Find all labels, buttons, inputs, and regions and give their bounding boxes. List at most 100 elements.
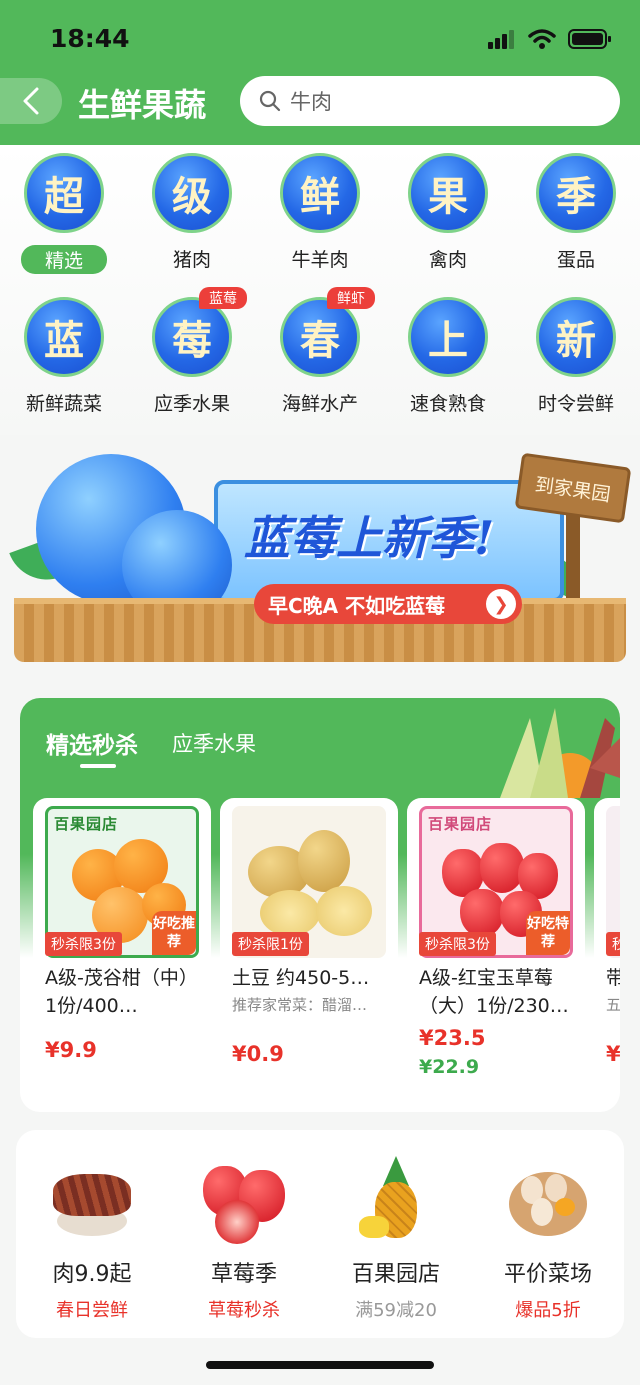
strawberry-image: [199, 1156, 289, 1246]
quick-link-subtitle: 满59减20: [355, 1300, 437, 1321]
signal-icon: [488, 30, 514, 49]
store-label: 百果园店: [54, 815, 119, 833]
category-icon: 超: [24, 153, 104, 233]
quick-link-baiguoyuan[interactable]: 百果园店 满59减20: [320, 1156, 472, 1322]
category-label: 海鲜水产: [281, 393, 358, 415]
quick-links-section: 肉9.9起 春日尝鲜 草莓季 草莓秒杀 百果园店 满59减20 平价菜场 爆品5…: [16, 1130, 624, 1338]
category-badge: 蓝莓: [199, 287, 247, 309]
tab-featured-flash-sale[interactable]: 精选秒杀: [46, 726, 138, 760]
quick-link-subtitle: 草莓秒杀: [208, 1300, 280, 1321]
category-item-poultry[interactable]: 果 禽肉: [393, 153, 503, 272]
product-name: 带: [606, 967, 620, 989]
category-icon: 新: [536, 297, 616, 377]
category-label: 新鲜蔬菜: [25, 393, 102, 415]
product-name: 土豆 约450-5…: [232, 967, 370, 989]
flash-sale-tag: 秒杀限1份: [232, 932, 309, 956]
category-item-fruit[interactable]: 莓 应季水果 蓝莓: [137, 287, 247, 416]
category-item-vegetables[interactable]: 蓝 新鲜蔬菜: [9, 297, 119, 416]
quick-link-title: 平价菜场: [503, 1262, 592, 1287]
promo-banner[interactable]: 到家果园 蓝莓上新季! 早C晚A 不如吃蓝莓 ❯: [9, 450, 632, 665]
top-header: 18:44 生鲜果蔬 牛肉: [0, 0, 640, 145]
category-icon: 蓝: [24, 297, 104, 377]
category-label: 应季水果: [153, 393, 230, 415]
status-time: 18:44: [50, 24, 130, 53]
quick-link-subtitle: 爆品5折: [515, 1300, 581, 1321]
potato-decoration: [298, 830, 350, 892]
potato-decoration: [260, 890, 320, 936]
category-badge: 鲜虾: [327, 287, 375, 309]
product-name: A级-茂谷柑（中）1份/400…: [45, 967, 198, 1017]
strawberry-decoration: [480, 843, 524, 893]
meat-image: [47, 1156, 137, 1246]
category-icon: 果: [408, 153, 488, 233]
quick-link-market[interactable]: 平价菜场 爆品5折: [472, 1156, 624, 1322]
active-tab-indicator: [80, 764, 116, 768]
category-label: 猪肉: [172, 249, 211, 271]
flash-sale-tag: 秒杀限3份: [45, 932, 122, 956]
member-price: ¥22.9: [419, 1056, 480, 1078]
category-label: 时令尝鲜: [537, 393, 614, 415]
wifi-icon: [528, 29, 556, 49]
category-label: 禽肉: [428, 249, 467, 271]
product-price: ¥0.9: [232, 1042, 284, 1066]
banner-title: 蓝莓上新季!: [244, 511, 495, 565]
product-description: 五: [606, 996, 620, 1014]
category-item-ready-meals[interactable]: 上 速食熟食: [393, 297, 503, 416]
quick-link-title: 百果园店: [351, 1262, 440, 1287]
category-item-seasonal[interactable]: 新 时令尝鲜: [521, 297, 631, 416]
category-item-seafood[interactable]: 春 海鲜水产 鲜虾: [265, 287, 375, 416]
quick-link-title: 草莓季: [210, 1262, 277, 1287]
category-item-pork[interactable]: 级 猪肉: [137, 153, 247, 272]
product-price: ¥: [606, 1042, 620, 1066]
product-description: 推荐家常菜：醋溜…: [232, 996, 368, 1014]
product-name: A级-红宝玉草莓（大）1份/230…: [419, 967, 569, 1017]
quick-link-title: 肉9.9起: [52, 1262, 132, 1287]
product-price: ¥23.5: [419, 1026, 486, 1050]
product-card[interactable]: 秒 带 五 ¥: [594, 798, 620, 1093]
product-card[interactable]: 百果园店 好吃推荐 秒杀限3份 A级-茂谷柑（中）1份/400… ¥9.9: [33, 798, 211, 1093]
search-placeholder: 牛肉: [290, 90, 332, 114]
category-icon: 上: [408, 297, 488, 377]
product-card[interactable]: 秒杀限1份 土豆 约450-5… 推荐家常菜：醋溜… ¥0.9: [220, 798, 398, 1093]
category-icon: 级: [152, 153, 232, 233]
quick-link-strawberry[interactable]: 草莓季 草莓秒杀: [168, 1156, 320, 1322]
category-label: 蛋品: [556, 249, 595, 271]
category-label: 速食熟食: [409, 393, 486, 415]
search-icon: [259, 90, 281, 112]
search-input[interactable]: 牛肉: [240, 76, 620, 126]
eggs-image: [503, 1156, 593, 1246]
flash-sale-tag: 秒杀限3份: [419, 932, 496, 956]
strawberry-decoration: [460, 889, 504, 937]
potato-decoration: [316, 886, 372, 936]
flash-sale-section: 精选秒杀 应季水果 百果园店 好吃推荐 秒杀限3份 A级-茂谷柑（中）1份/40…: [20, 698, 620, 1112]
category-label: 牛羊肉: [291, 249, 349, 271]
status-icons: [488, 28, 612, 50]
category-item-eggs[interactable]: 季 蛋品: [521, 153, 631, 272]
chevron-right-icon: ❯: [486, 589, 516, 619]
category-label: 精选: [20, 245, 107, 274]
quick-link-meat[interactable]: 肉9.9起 春日尝鲜: [16, 1156, 168, 1322]
flash-sale-tag: 秒: [606, 932, 620, 956]
category-icon: 莓: [152, 297, 232, 377]
product-price: ¥9.9: [45, 1038, 97, 1062]
banner-subtitle: 早C晚A 不如吃蓝莓: [268, 593, 446, 618]
category-grid: 超 精选 级 猪肉 鲜 牛羊肉 果 禽肉 季 蛋品 蓝 新鲜蔬菜 莓 应季水果 …: [0, 145, 640, 435]
recommend-stamp: 好吃推荐: [152, 911, 196, 955]
vegetables-decoration: [500, 708, 620, 798]
pineapple-image: [351, 1156, 441, 1246]
category-item-beef-lamb[interactable]: 鲜 牛羊肉: [265, 153, 375, 272]
battery-icon: [568, 29, 611, 49]
home-indicator[interactable]: [206, 1361, 434, 1369]
store-label: 百果园店: [428, 815, 493, 833]
category-icon: 季: [536, 153, 616, 233]
quick-link-subtitle: 春日尝鲜: [56, 1300, 128, 1321]
product-card[interactable]: 百果园店 好吃特荐 秒杀限3份 A级-红宝玉草莓（大）1份/230… ¥23.5…: [407, 798, 585, 1093]
page-title: 生鲜果蔬: [78, 86, 207, 124]
category-item-featured[interactable]: 超 精选: [9, 153, 119, 274]
chevron-left-icon: [23, 87, 39, 115]
banner-cta[interactable]: 早C晚A 不如吃蓝莓 ❯: [254, 584, 522, 624]
category-icon: 鲜: [280, 153, 360, 233]
back-button[interactable]: [0, 78, 62, 124]
sign-post: [566, 510, 580, 610]
tab-seasonal-fruit[interactable]: 应季水果: [172, 728, 256, 758]
